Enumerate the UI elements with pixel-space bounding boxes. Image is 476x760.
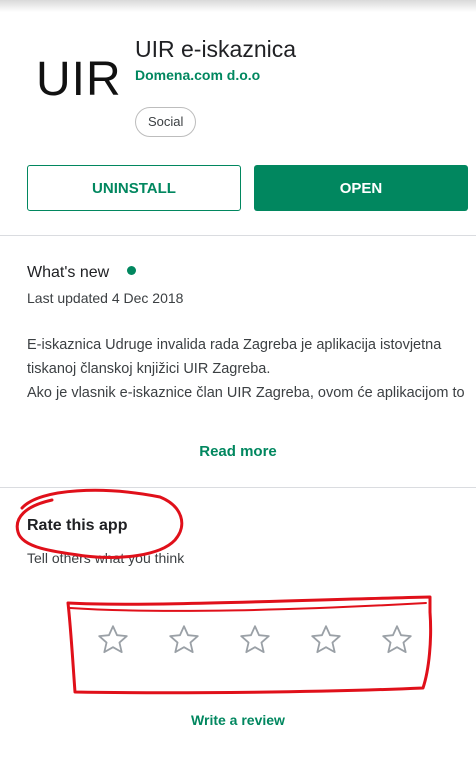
- open-button[interactable]: OPEN: [254, 165, 468, 211]
- read-more-link[interactable]: Read more: [0, 443, 476, 460]
- category-chip[interactable]: Social: [135, 107, 197, 137]
- description-line: E-iskaznica Udruge invalida rada Zagreba…: [27, 337, 442, 353]
- star-icon[interactable]: [379, 622, 415, 658]
- top-bar-shadow: [0, 0, 476, 12]
- rate-app-title: Rate this app: [27, 517, 128, 534]
- divider: [0, 487, 476, 488]
- star-icon[interactable]: [95, 622, 131, 658]
- write-review-link[interactable]: Write a review: [0, 712, 476, 728]
- star-rating: [95, 622, 415, 672]
- app-header: UIR UIR e-iskaznica Domena.com d.o.o Soc…: [0, 30, 476, 140]
- app-description: E-iskaznica Udruge invalida rada Zagreba…: [27, 333, 467, 405]
- rate-app-subtitle: Tell others what you think: [27, 550, 185, 566]
- description-line: tiskanoj članskoj knjižici UIR Zagreba.: [27, 361, 271, 377]
- last-updated-text: Last updated 4 Dec 2018: [27, 290, 184, 306]
- new-indicator-dot: [127, 266, 136, 275]
- uninstall-button[interactable]: UNINSTALL: [27, 165, 241, 211]
- app-logo: UIR: [36, 53, 122, 106]
- whats-new-title[interactable]: What's new: [27, 264, 109, 282]
- divider: [0, 235, 476, 236]
- description-line: Ako je vlasnik e-iskaznice član UIR Zagr…: [27, 385, 465, 401]
- star-icon[interactable]: [308, 622, 344, 658]
- star-icon[interactable]: [166, 622, 202, 658]
- star-icon[interactable]: [237, 622, 273, 658]
- developer-link[interactable]: Domena.com d.o.o: [135, 67, 260, 83]
- app-title: UIR e-iskaznica: [135, 36, 297, 62]
